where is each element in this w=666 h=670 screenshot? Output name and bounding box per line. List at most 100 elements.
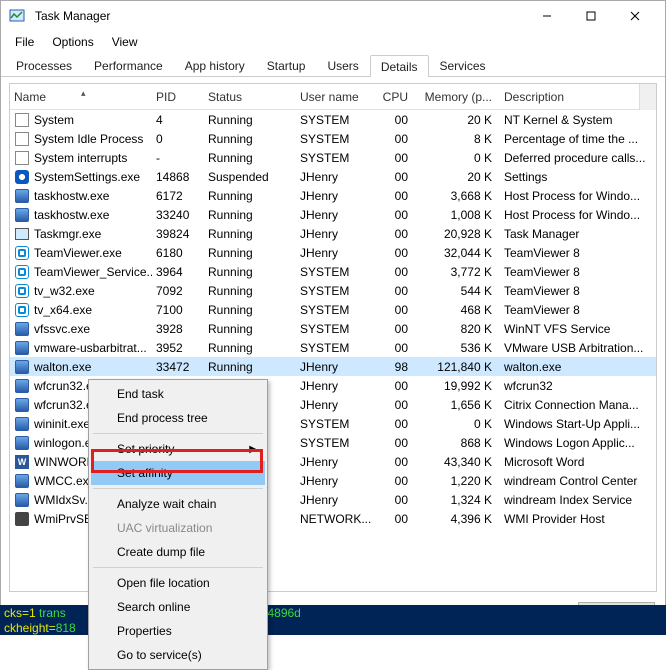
cell-description: Percentage of time the ...: [500, 132, 656, 146]
scrollbar[interactable]: [639, 84, 656, 110]
cell-status: Running: [204, 208, 296, 222]
menu-item-properties[interactable]: Properties: [91, 619, 265, 643]
process-name: Taskmgr.exe: [34, 227, 101, 241]
table-row[interactable]: SystemSettings.exe14868SuspendedJHenry00…: [10, 167, 656, 186]
menu-item-create-dump-file[interactable]: Create dump file: [91, 540, 265, 564]
menu-item-analyze-wait-chain[interactable]: Analyze wait chain: [91, 492, 265, 516]
table-row[interactable]: System Idle Process0RunningSYSTEM008 KPe…: [10, 129, 656, 148]
menubar: File Options View: [1, 31, 665, 53]
cell-pid: -: [152, 151, 204, 165]
cell-memory: 19,992 K: [418, 379, 500, 393]
cell-description: Deferred procedure calls...: [500, 151, 656, 165]
cell-status: Running: [204, 265, 296, 279]
cell-memory: 468 K: [418, 303, 500, 317]
menu-item-go-to-service-s-[interactable]: Go to service(s): [91, 643, 265, 667]
col-header-pid[interactable]: PID: [152, 90, 204, 104]
process-icon: [14, 245, 30, 261]
cell-status: Running: [204, 322, 296, 336]
table-row[interactable]: taskhostw.exe6172RunningJHenry003,668 KH…: [10, 186, 656, 205]
cell-user: JHenry: [296, 227, 378, 241]
col-header-cpu[interactable]: CPU: [378, 90, 418, 104]
col-header-user[interactable]: User name: [296, 90, 378, 104]
cell-user: SYSTEM: [296, 322, 378, 336]
titlebar: Task Manager: [1, 1, 665, 31]
menu-item-search-online[interactable]: Search online: [91, 595, 265, 619]
process-icon: [14, 359, 30, 375]
cell-memory: 20 K: [418, 113, 500, 127]
process-icon: [14, 283, 30, 299]
cell-status: Running: [204, 151, 296, 165]
menu-options[interactable]: Options: [44, 33, 101, 51]
cell-user: SYSTEM: [296, 113, 378, 127]
cell-user: JHenry: [296, 398, 378, 412]
table-row[interactable]: walton.exe33472RunningJHenry98121,840 Kw…: [10, 357, 656, 376]
cell-memory: 32,044 K: [418, 246, 500, 260]
menu-item-open-file-location[interactable]: Open file location: [91, 571, 265, 595]
cell-cpu: 00: [378, 246, 418, 260]
maximize-button[interactable]: [569, 2, 613, 30]
cell-pid: 3952: [152, 341, 204, 355]
cell-description: windream Index Service: [500, 493, 656, 507]
cell-cpu: 98: [378, 360, 418, 374]
table-row[interactable]: vfssvc.exe3928RunningSYSTEM00820 KWinNT …: [10, 319, 656, 338]
cell-memory: 868 K: [418, 436, 500, 450]
cell-description: Host Process for Windo...: [500, 208, 656, 222]
window-title: Task Manager: [31, 9, 525, 23]
col-header-memory[interactable]: Memory (p...: [418, 90, 500, 104]
col-header-description[interactable]: Description: [500, 90, 639, 104]
cell-description: Windows Start-Up Appli...: [500, 417, 656, 431]
process-name: System Idle Process: [34, 132, 143, 146]
table-row[interactable]: TeamViewer_Service....3964RunningSYSTEM0…: [10, 262, 656, 281]
cell-description: windream Control Center: [500, 474, 656, 488]
tab-processes[interactable]: Processes: [5, 54, 83, 76]
tab-details[interactable]: Details: [370, 55, 429, 77]
menu-view[interactable]: View: [104, 33, 146, 51]
col-header-status[interactable]: Status: [204, 90, 296, 104]
cell-cpu: 00: [378, 493, 418, 507]
cell-description: walton.exe: [500, 360, 656, 374]
tab-performance[interactable]: Performance: [83, 54, 174, 76]
table-row[interactable]: vmware-usbarbitrat...3952RunningSYSTEM00…: [10, 338, 656, 357]
process-icon: [14, 226, 30, 242]
tabbar: Processes Performance App history Startu…: [1, 53, 665, 77]
table-row[interactable]: TeamViewer.exe6180RunningJHenry0032,044 …: [10, 243, 656, 262]
menu-item-end-process-tree[interactable]: End process tree: [91, 406, 265, 430]
table-row[interactable]: System4RunningSYSTEM0020 KNT Kernel & Sy…: [10, 110, 656, 129]
process-icon: [14, 321, 30, 337]
menu-item-set-affinity[interactable]: Set affinity: [91, 461, 265, 485]
table-row[interactable]: tv_w32.exe7092RunningSYSTEM00544 KTeamVi…: [10, 281, 656, 300]
cell-description: TeamViewer 8: [500, 265, 656, 279]
process-icon: [14, 397, 30, 413]
menu-item-end-task[interactable]: End task: [91, 382, 265, 406]
cell-pid: 33472: [152, 360, 204, 374]
cell-status: Running: [204, 284, 296, 298]
table-row[interactable]: Taskmgr.exe39824RunningJHenry0020,928 KT…: [10, 224, 656, 243]
cell-description: WMI Provider Host: [500, 512, 656, 526]
menu-file[interactable]: File: [7, 33, 42, 51]
process-icon: [14, 416, 30, 432]
cell-description: VMware USB Arbitration...: [500, 341, 656, 355]
tab-services[interactable]: Services: [429, 54, 497, 76]
cell-user: JHenry: [296, 246, 378, 260]
cell-memory: 0 K: [418, 417, 500, 431]
cell-cpu: 00: [378, 132, 418, 146]
tab-app-history[interactable]: App history: [174, 54, 256, 76]
process-icon: [14, 112, 30, 128]
cell-memory: 1,324 K: [418, 493, 500, 507]
cell-memory: 20 K: [418, 170, 500, 184]
process-icon: [14, 207, 30, 223]
menu-item-set-priority[interactable]: Set priority▶: [91, 437, 265, 461]
process-icon: [14, 473, 30, 489]
col-header-name[interactable]: Name: [10, 90, 152, 104]
cell-memory: 43,340 K: [418, 455, 500, 469]
tab-startup[interactable]: Startup: [256, 54, 317, 76]
close-button[interactable]: [613, 2, 657, 30]
process-name: walton.exe: [34, 360, 91, 374]
cell-status: Running: [204, 189, 296, 203]
table-row[interactable]: taskhostw.exe33240RunningJHenry001,008 K…: [10, 205, 656, 224]
minimize-button[interactable]: [525, 2, 569, 30]
table-row[interactable]: tv_x64.exe7100RunningSYSTEM00468 KTeamVi…: [10, 300, 656, 319]
table-row[interactable]: System interrupts-RunningSYSTEM000 KDefe…: [10, 148, 656, 167]
tab-users[interactable]: Users: [316, 54, 369, 76]
context-menu: End taskEnd process tree Set priority▶Set…: [88, 379, 268, 670]
